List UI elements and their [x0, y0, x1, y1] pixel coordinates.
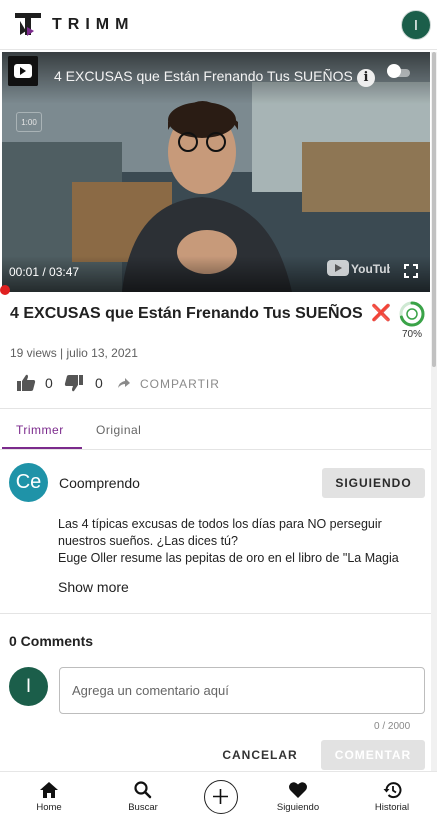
- bottom-nav: Home Buscar Siguiendo Historial: [0, 771, 437, 821]
- description-line: nuestros sueños. ¿Las dices tú?: [58, 534, 238, 548]
- description-line: Las 4 típicas excusas de todos los días …: [58, 517, 382, 531]
- duration-chip: 1:00: [16, 112, 42, 132]
- char-count: 0 / 2000: [374, 721, 411, 732]
- youtube-watermark-icon[interactable]: YouTube: [326, 257, 390, 279]
- user-avatar[interactable]: I: [401, 10, 431, 40]
- video-title: 4 EXCUSAS que Están Frenando Tus SUEÑOS …: [10, 303, 391, 323]
- show-more-link[interactable]: Show more: [58, 579, 129, 595]
- cancel-button[interactable]: CANCELAR: [217, 740, 303, 770]
- like-count: 0: [45, 375, 53, 391]
- nav-item-search[interactable]: Buscar: [103, 772, 183, 821]
- app-root: TRIMM I 4 EXCUSAS que Están Frenando Tus…: [0, 0, 437, 821]
- tabs-divider: [0, 449, 432, 450]
- submit-comment-button[interactable]: COMENTAR: [321, 740, 425, 770]
- nav-item-home[interactable]: Home: [9, 772, 89, 821]
- comments-title: 0 Comments: [9, 633, 94, 649]
- video-meta: 19 views | julio 13, 2021: [10, 346, 138, 360]
- video-actions: 0 0 COMPARTIR: [16, 374, 276, 394]
- share-icon[interactable]: [117, 377, 131, 389]
- title-emoji: ❌: [371, 305, 392, 322]
- view-count: 19 views: [10, 346, 57, 360]
- divider: [0, 408, 432, 409]
- thumbs-up-icon[interactable]: [16, 374, 36, 392]
- info-icon[interactable]: i: [357, 69, 375, 87]
- nav-label: Buscar: [128, 802, 158, 813]
- divider: [0, 613, 432, 614]
- nav-item-history[interactable]: Historial: [352, 772, 432, 821]
- nav-label: Home: [36, 802, 62, 813]
- add-icon: [213, 789, 228, 804]
- player-title[interactable]: 4 EXCUSAS que Están Frenando Tus SUEÑOS …: [54, 68, 352, 85]
- video-player[interactable]: 4 EXCUSAS que Están Frenando Tus SUEÑOS …: [2, 52, 430, 292]
- video-description: Las 4 típicas excusas de todos los días …: [58, 516, 430, 570]
- thumbs-down-icon[interactable]: [64, 374, 84, 392]
- dislike-count: 0: [95, 375, 103, 391]
- brand-name: TRIMM: [52, 16, 135, 33]
- scrollbar[interactable]: [431, 52, 437, 771]
- channel-name[interactable]: Coomprendo: [59, 475, 140, 491]
- video-title-text: 4 EXCUSAS que Están Frenando Tus SUEÑOS: [10, 305, 363, 322]
- comment-user-avatar: I: [9, 667, 48, 706]
- heart-icon: [289, 782, 307, 798]
- upload-date: julio 13, 2021: [66, 346, 138, 360]
- history-icon: [383, 782, 402, 799]
- channel-avatar[interactable]: Ce: [9, 463, 48, 502]
- scrollbar-thumb[interactable]: [432, 52, 436, 367]
- tab-original[interactable]: Original: [96, 423, 141, 437]
- channel-logo-icon[interactable]: [8, 56, 38, 86]
- add-button[interactable]: [204, 780, 238, 814]
- app-header: TRIMM I: [0, 0, 437, 50]
- player-time: 00:01 / 03:47: [9, 265, 80, 279]
- watermark-text: YouTube: [351, 262, 390, 276]
- trim-progress-ring: [399, 301, 425, 327]
- search-icon: [134, 781, 152, 799]
- comment-input[interactable]: [59, 667, 425, 714]
- home-icon: [40, 782, 58, 798]
- nav-label: Siguiendo: [276, 802, 320, 813]
- trim-percent: 70%: [401, 329, 422, 340]
- nav-item-following[interactable]: Siguiendo: [258, 772, 338, 821]
- nav-label: Historial: [374, 802, 410, 813]
- tab-trimmer[interactable]: Trimmer: [16, 423, 64, 437]
- follow-button[interactable]: SIGUIENDO: [322, 468, 425, 498]
- autoplay-toggle-icon[interactable]: [385, 63, 411, 81]
- description-line: Euge Oller resume las pepitas de oro en …: [58, 551, 399, 565]
- playback-progress-handle[interactable]: [0, 285, 10, 295]
- fullscreen-icon[interactable]: [404, 264, 418, 278]
- share-button[interactable]: COMPARTIR: [140, 377, 220, 391]
- trimm-logo-icon[interactable]: [14, 11, 44, 39]
